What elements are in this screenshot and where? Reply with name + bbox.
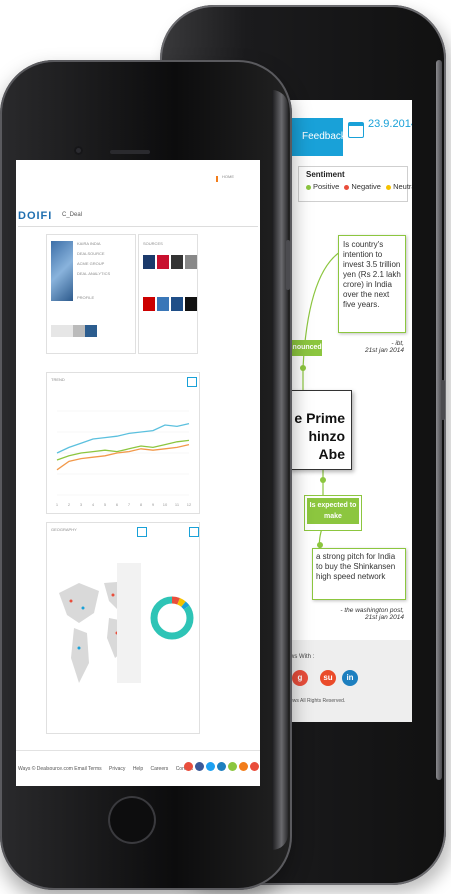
donut-chart <box>150 596 194 640</box>
profile-line-1: KAIRA INDIA <box>77 241 101 246</box>
status-text: HOME <box>222 174 234 179</box>
footer-text: Ways © Dealsource.com Email <box>18 766 87 772</box>
profile-pane: KAIRA INDIA DEALSOURCE ACME GROUP DEAL A… <box>46 234 136 354</box>
announced-label: nnounced <box>288 340 322 356</box>
home-button[interactable] <box>108 796 156 844</box>
quote-2-text: a strong pitch for India to buy the Shin… <box>316 552 396 581</box>
copyright-text: ews All Rights Reserved. <box>290 698 346 704</box>
footer-social-youtube-icon[interactable] <box>250 762 259 771</box>
footer-social-google-icon[interactable] <box>184 762 193 771</box>
footer-link-careers[interactable]: Careers <box>151 766 169 772</box>
profile-tab-1[interactable] <box>51 325 73 337</box>
front-phone-power-button <box>286 240 290 290</box>
quote-box-2: a strong pitch for India to buy the Shin… <box>312 548 406 600</box>
series-line-3 <box>56 443 190 471</box>
source-thumb-6[interactable] <box>157 297 169 311</box>
quote-box-1: Is country's intention to invest 3.5 tri… <box>338 235 406 333</box>
front-screen: HOME DOIFI C_Deal KAIRA INDIA DEALSOURCE… <box>16 160 260 786</box>
back-phone-volume-button <box>441 380 445 420</box>
footer-link-terms[interactable]: Terms <box>88 766 102 772</box>
x-tick-label: 5 <box>104 502 107 507</box>
profile-stats-label: PROFILE <box>77 295 95 300</box>
x-tick-label: 3 <box>80 502 83 507</box>
x-tick-label: 7 <box>128 502 131 507</box>
map-expand-icon[interactable] <box>137 527 147 537</box>
profile-line-2: DEALSOURCE <box>77 251 105 256</box>
quote-2-date: 21st jan 2014 <box>364 614 404 621</box>
quote-1-text: Is country's intention to invest 3.5 tri… <box>343 240 401 309</box>
profile-line-3: ACME GROUP <box>77 261 105 266</box>
profile-image <box>51 241 73 301</box>
x-tick-label: 12 <box>187 502 192 507</box>
x-tick-label: 9 <box>152 502 155 507</box>
trend-pane: TREND 1 2 3 4 5 6 7 8 9 10 11 12 <box>46 372 200 514</box>
quote-2-source: - the washington post, <box>340 607 404 614</box>
quote-1-date: 21st jan 2014 <box>364 347 404 354</box>
back-screen: Feedback 23.9.2014 Sentiment Positive Ne… <box>288 100 412 722</box>
x-tick-label: 2 <box>68 502 71 507</box>
profile-tab-2[interactable] <box>73 325 85 337</box>
google-icon[interactable]: g <box>292 670 308 686</box>
source-thumb-4[interactable] <box>185 255 197 269</box>
source-thumb-8[interactable] <box>185 297 197 311</box>
footer-social-twitter-icon[interactable] <box>206 762 215 771</box>
footer-links: Terms Privacy Help Careers Contact <box>88 766 193 772</box>
footer-social-linkedin-icon[interactable] <box>217 762 226 771</box>
x-tick-label: 8 <box>140 502 143 507</box>
center-node-line-1: e Prime <box>294 410 345 426</box>
source-thumb-3[interactable] <box>171 255 183 269</box>
donut-expand-icon[interactable] <box>189 527 199 537</box>
header-divider <box>18 226 258 227</box>
profile-tab-3[interactable] <box>85 325 97 337</box>
map-legend <box>117 563 141 683</box>
sources-pane: SOURCES <box>138 234 198 354</box>
footer-link-privacy[interactable]: Privacy <box>109 766 125 772</box>
source-thumb-1[interactable] <box>143 255 155 269</box>
speaker-grille <box>110 150 150 154</box>
source-thumb-5[interactable] <box>143 297 155 311</box>
trend-expand-icon[interactable] <box>187 377 197 387</box>
status-accent <box>216 176 218 182</box>
x-tick-label: 6 <box>116 502 119 507</box>
profile-line-4: DEAL ANALYTICS <box>77 271 111 276</box>
share-label: ws With : <box>290 654 315 660</box>
back-phone-edge <box>436 60 442 780</box>
source-thumb-7[interactable] <box>171 297 183 311</box>
geo-pane: GEOGRAPHY <box>46 522 200 734</box>
center-node-line-2: hinzo Abe <box>308 428 345 462</box>
app-logo[interactable]: DOIFI <box>18 210 52 222</box>
footer-social-rss-icon[interactable] <box>239 762 248 771</box>
series-line-2 <box>56 439 190 461</box>
trend-chart: 1 2 3 4 5 6 7 8 9 10 11 12 <box>56 410 192 507</box>
footer-link-help[interactable]: Help <box>133 766 143 772</box>
stumbleupon-icon[interactable]: su <box>320 670 336 686</box>
front-camera-icon <box>74 146 83 155</box>
footer-social-facebook-icon[interactable] <box>195 762 204 771</box>
center-node[interactable]: e Prime hinzo Abe <box>288 390 352 470</box>
expected-label: Is expected to make <box>307 498 359 524</box>
quote-2-attribution: - the washington post, 21st jan 2014 <box>308 607 404 621</box>
header-title: C_Deal <box>62 212 83 218</box>
front-phone-rim <box>272 90 288 850</box>
quote-1-attribution: - ibt, 21st jan 2014 <box>338 340 404 354</box>
sources-label: SOURCES <box>143 241 163 246</box>
x-tick-label: 4 <box>92 502 95 507</box>
map-label: GEOGRAPHY <box>51 527 77 532</box>
expected-label-box: Is expected to make <box>304 495 362 531</box>
footer-social-share-icon[interactable] <box>228 762 237 771</box>
x-tick-label: 1 <box>56 502 59 507</box>
trend-label: TREND <box>51 377 65 382</box>
footer-divider <box>16 750 260 751</box>
quote-1-source: - ibt, <box>391 340 404 347</box>
x-tick-label: 10 <box>163 502 168 507</box>
x-tick-label: 11 <box>175 502 180 507</box>
source-thumb-2[interactable] <box>157 255 169 269</box>
linkedin-icon[interactable]: in <box>342 670 358 686</box>
